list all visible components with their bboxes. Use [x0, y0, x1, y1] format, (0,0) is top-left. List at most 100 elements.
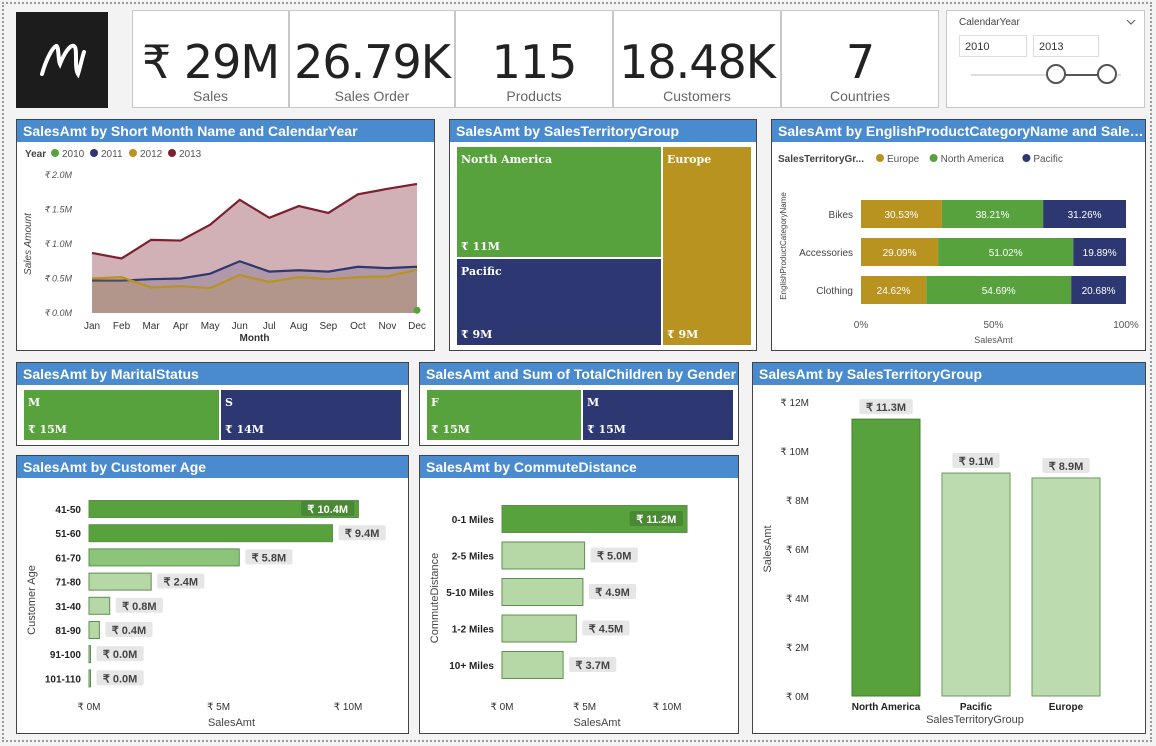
legend-item: Europe	[887, 154, 920, 165]
bar-label: ₹ 4.9M	[595, 587, 630, 599]
gender-male-tile[interactable]: M ₹ 15M	[582, 389, 734, 441]
y-tick-label: ₹ 10M	[780, 447, 809, 458]
kpi-products: 115 Products	[455, 10, 613, 108]
x-tick-label: Jul	[263, 321, 276, 332]
category-label: 51-60	[55, 529, 81, 540]
bar-label: ₹ 11.2M	[636, 514, 676, 526]
kpi-countries-value: 7	[845, 35, 875, 89]
bar	[88, 669, 91, 688]
marital-married-tile[interactable]: M ₹ 15M	[23, 389, 220, 441]
x-tick-label: ₹ 5M	[207, 702, 230, 713]
legend-dot	[1022, 154, 1031, 162]
treemap-europe[interactable]: Europe ₹ 9M	[662, 146, 752, 346]
y-tick-label: ₹ 2M	[786, 643, 809, 654]
kpi-sales-order-value: 26.79K	[294, 35, 451, 89]
slicer-title: CalendarYear	[959, 17, 1020, 28]
bar	[501, 578, 584, 606]
x-tick-label: Pacific	[960, 702, 993, 713]
treemap-value: ₹ 9M	[461, 328, 493, 341]
x-tick-label: Europe	[1049, 702, 1084, 713]
age-panel: SalesAmt by Customer Age 41-50 ₹ 10.4M 51-…	[16, 455, 409, 734]
marital-title: SalesAmt by MaritalStatus	[17, 363, 408, 385]
kpi-products-label: Products	[506, 88, 562, 104]
y-tick-label: ₹ 0.5M	[44, 274, 73, 284]
territory-bar	[941, 472, 1011, 697]
segment-label: 24.62%	[877, 286, 911, 297]
bar	[88, 596, 111, 615]
legend-item: North America	[941, 154, 1005, 165]
bar	[501, 541, 586, 570]
commute-title: SalesAmt by CommuteDistance	[420, 456, 738, 478]
tile-label: S	[225, 396, 233, 409]
point-series-2010	[413, 306, 421, 314]
category-label: 10+ Miles	[449, 661, 494, 672]
y-tick-label: ₹ 6M	[786, 545, 809, 556]
x-tick-label: ₹ 10M	[334, 702, 363, 713]
legend-item: 2013	[179, 149, 202, 160]
treemap-pacific[interactable]: Pacific ₹ 9M	[456, 258, 662, 346]
bar-label: ₹ 0.8M	[122, 601, 157, 613]
territory-bar-chart[interactable]: ₹ 0M ₹ 2M ₹ 4M ₹ 6M ₹ 8M ₹ 10M ₹ 12M SalesAmt ₹ …	[753, 385, 1145, 733]
territory-bar-label: ₹ 9.1M	[959, 456, 994, 468]
x-axis-title: SalesTerritoryGroup	[926, 714, 1024, 726]
x-tick-label: ₹ 0M	[77, 702, 100, 713]
slicer-handle-to[interactable]	[1097, 64, 1117, 84]
category-chart-panel: SalesAmt by EnglishProductCategoryName a…	[771, 119, 1146, 351]
x-tick-label: 100%	[1113, 320, 1139, 331]
territory-treemap-panel: SalesAmt by SalesTerritoryGroup North Am…	[449, 119, 757, 351]
category-label: Accessories	[799, 248, 853, 259]
category-chart-title: SalesAmt by EnglishProductCategoryName a…	[772, 120, 1145, 142]
x-tick-label: Mar	[142, 321, 160, 332]
brand-logo	[16, 12, 108, 108]
x-axis-title: SalesAmt	[974, 335, 1013, 345]
gender-female-tile[interactable]: F ₹ 15M	[426, 389, 582, 441]
x-tick-label: Nov	[379, 321, 397, 332]
category-stacked-chart[interactable]: SalesTerritoryGr... Europe North America Pa…	[772, 142, 1145, 350]
treemap-label: Europe	[667, 153, 712, 166]
legend-item: Pacific	[1033, 154, 1062, 165]
x-tick-label: Sep	[319, 321, 337, 332]
kpi-products-value: 115	[491, 35, 578, 89]
kpi-sales-value: ₹ 29M	[141, 35, 280, 89]
bar	[88, 524, 334, 543]
gender-panel: SalesAmt and Sum of TotalChildren by Gen…	[419, 362, 739, 446]
segment-label: 31.26%	[1068, 210, 1102, 221]
segment-label: 29.09%	[883, 248, 917, 259]
bar	[88, 548, 240, 567]
territory-bar-title: SalesAmt by SalesTerritoryGroup	[753, 363, 1145, 385]
y-tick-label: ₹ 8M	[786, 496, 809, 507]
age-bar-chart[interactable]: 41-50 ₹ 10.4M 51-60 ₹ 9.4M 61-70 ₹ 5.8M 71-80 ₹…	[17, 478, 408, 733]
treemap-north-america[interactable]: North America ₹ 11M	[456, 146, 662, 258]
x-tick-label: North America	[852, 702, 921, 713]
bar-label: ₹ 10.4M	[307, 504, 348, 516]
category-label: Clothing	[816, 286, 853, 297]
tile-value: ₹ 15M	[587, 423, 626, 436]
territory-bar	[1031, 477, 1101, 697]
segment-label: 19.89%	[1083, 248, 1117, 259]
slicer-handle-from[interactable]	[1046, 64, 1066, 84]
category-label: 81-90	[55, 626, 81, 637]
marital-single-tile[interactable]: S ₹ 14M	[220, 389, 402, 441]
calendar-year-slicer[interactable]: CalendarYear 2010 2013	[946, 10, 1145, 108]
category-label: 71-80	[55, 578, 81, 589]
slicer-to-input[interactable]: 2013	[1033, 35, 1099, 57]
kpi-sales: ₹ 29M Sales	[132, 10, 289, 108]
y-tick-label: ₹ 0.0M	[44, 308, 73, 318]
kpi-sales-order-label: Sales Order	[334, 88, 410, 104]
chevron-down-icon[interactable]	[1125, 18, 1137, 26]
y-tick-label: ₹ 12M	[780, 398, 809, 409]
slicer-from-input[interactable]: 2010	[959, 35, 1027, 57]
legend-item: 2011	[101, 149, 123, 160]
bar-label: ₹ 0.4M	[112, 625, 147, 637]
category-label: 31-40	[55, 602, 81, 613]
segment-label: 38.21%	[976, 210, 1010, 221]
x-tick-label: ₹ 10M	[653, 702, 682, 713]
treemap-label: Pacific	[461, 265, 502, 278]
month-area-chart[interactable]: Year 2010 2011 2012 2013 ₹ 0.0M ₹ 0.5M ₹ 1.0M ₹ …	[17, 142, 434, 350]
y-axis-title: Sales Amount	[23, 212, 34, 275]
commute-bar-chart[interactable]: 0-1 Miles ₹ 11.2M 2-5 Miles ₹ 5.0M 5-10 Mile…	[420, 478, 738, 733]
tile-value: ₹ 15M	[28, 423, 67, 436]
tile-label: F	[431, 396, 439, 409]
bar-label: ₹ 5.8M	[252, 552, 287, 564]
y-tick-label: ₹ 1.5M	[44, 205, 73, 215]
